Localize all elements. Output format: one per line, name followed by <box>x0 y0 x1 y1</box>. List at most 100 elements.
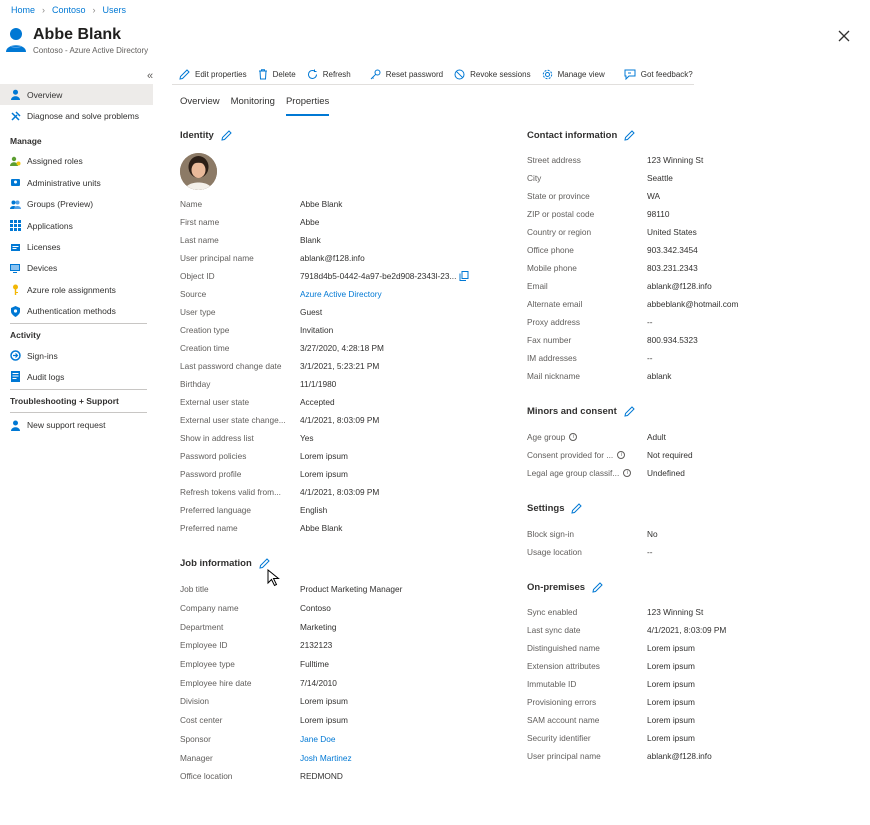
sidebar-item-overview[interactable]: Overview <box>0 84 153 106</box>
property-label: State or province <box>527 191 590 201</box>
sidebar-item-label: Audit logs <box>27 371 65 382</box>
tab-monitoring[interactable]: Monitoring <box>231 96 275 116</box>
sidebar-item-licenses[interactable]: Licenses <box>0 236 153 257</box>
property-row: Birthday 11/1/1980 <box>180 375 469 393</box>
property-value: Lorem ipsum <box>647 733 695 743</box>
support-icon <box>10 420 21 431</box>
property-row: Sponsor Jane Doe <box>180 730 402 749</box>
property-label: Proxy address <box>527 317 581 327</box>
info-icon[interactable]: i <box>623 469 632 477</box>
reset-password-button[interactable]: Reset password <box>370 69 443 80</box>
property-label: Manager <box>180 752 213 763</box>
property-row: Manager Josh Martinez <box>180 748 402 767</box>
property-label: Block sign-in <box>527 529 575 539</box>
property-label: Country or region <box>527 227 592 237</box>
sidebar-item-audit-logs[interactable]: Audit logs <box>0 366 153 387</box>
property-value: English <box>300 505 328 515</box>
delete-button[interactable]: Delete <box>258 68 296 80</box>
user-icon <box>6 28 26 52</box>
sidebar-item-admin-units[interactable]: Administrative units <box>0 172 153 193</box>
property-value: Accepted <box>300 397 335 407</box>
property-row: Preferred language English <box>180 501 469 519</box>
sidebar-item-new-support-request[interactable]: New support request <box>0 415 153 436</box>
delete-label: Delete <box>272 69 296 79</box>
copy-icon[interactable] <box>459 271 469 281</box>
property-row: External user state Accepted <box>180 393 469 411</box>
property-value: WA <box>647 191 661 201</box>
sidebar-item-diagnose[interactable]: Diagnose and solve problems <box>0 105 153 126</box>
collapse-sidebar-icon[interactable]: « <box>147 70 153 82</box>
property-value: Contoso <box>300 603 331 614</box>
info-icon[interactable]: i <box>569 433 578 441</box>
property-label: Street address <box>527 155 581 165</box>
property-label: Immutable ID <box>527 679 577 689</box>
edit-properties-button[interactable]: Edit properties <box>179 68 247 80</box>
property-label: Last password change date <box>180 361 282 371</box>
property-row: Distinguished name Lorem ipsum <box>527 639 726 657</box>
property-link[interactable]: Jane Doe <box>300 734 336 744</box>
property-value: 7/14/2010 <box>300 677 337 688</box>
property-label: Consent provided for ... <box>527 450 614 460</box>
property-value: Lorem ipsum <box>647 715 695 725</box>
edit-minors-pencil-icon[interactable] <box>624 406 635 417</box>
property-row: Password policies Lorem ipsum <box>180 447 469 465</box>
person-icon <box>10 89 21 101</box>
property-value: Lorem ipsum <box>647 679 695 689</box>
sidebar-item-sign-ins[interactable]: Sign-ins <box>0 345 153 366</box>
edit-contact-pencil-icon[interactable] <box>624 130 635 141</box>
info-icon[interactable]: i <box>617 451 626 459</box>
property-label: Extension attributes <box>527 661 600 671</box>
sidebar-item-groups[interactable]: Groups (Preview) <box>0 194 153 215</box>
apps-grid-icon <box>10 220 21 232</box>
property-label: Alternate email <box>527 299 583 309</box>
sidebar-item-label: Administrative units <box>27 177 101 188</box>
sidebar-item-devices[interactable]: Devices <box>0 258 153 279</box>
property-label: Birthday <box>180 379 211 389</box>
property-row: Legal age group classif... i Undefined <box>527 464 693 482</box>
edit-identity-pencil-icon[interactable] <box>221 130 232 141</box>
property-label: Refresh tokens valid from... <box>180 487 281 497</box>
sidebar-divider <box>10 411 147 413</box>
property-label: User type <box>180 307 216 317</box>
edit-onprem-pencil-icon[interactable] <box>592 582 603 593</box>
property-row: Object ID 7918d4b5-0442-4a97-be2d908-2343… <box>180 267 469 285</box>
edit-job-pencil-icon[interactable] <box>259 558 270 569</box>
property-label: Company name <box>180 603 239 614</box>
property-row: Source Azure Active Directory <box>180 285 469 303</box>
manage-view-button[interactable]: Manage view <box>542 69 605 80</box>
feedback-button[interactable]: Got feedback? <box>624 69 693 80</box>
groups-icon <box>10 199 21 210</box>
property-row: Country or region United States <box>527 223 738 241</box>
sidebar-item-applications[interactable]: Applications <box>0 215 153 236</box>
property-link[interactable]: Josh Martinez <box>300 753 352 763</box>
sidebar-item-azure-role-assignments[interactable]: Azure role assignments <box>0 279 153 300</box>
property-label: Legal age group classif... <box>527 468 620 478</box>
sidebar-item-authentication-methods[interactable]: Authentication methods <box>0 301 153 322</box>
refresh-button[interactable]: Refresh <box>307 69 351 80</box>
chevron-right-icon: › <box>42 5 46 15</box>
breadcrumb-contoso[interactable]: Contoso <box>52 5 86 15</box>
revoke-sessions-button[interactable]: Revoke sessions <box>454 69 531 80</box>
property-label: Provisioning errors <box>527 697 597 707</box>
property-label: Cost center <box>180 715 223 726</box>
reset-password-label: Reset password <box>385 69 444 79</box>
property-row: User principal name ablank@f128.info <box>180 249 469 267</box>
property-row: Refresh tokens valid from... 4/1/2021, 8:… <box>180 483 469 501</box>
sidebar-item-assigned-roles[interactable]: Assigned roles <box>0 151 153 172</box>
property-value: Fulltime <box>300 659 330 670</box>
tab-properties[interactable]: Properties <box>285 96 330 116</box>
page-title: Abbe Blank <box>33 26 122 43</box>
close-icon[interactable] <box>837 29 851 43</box>
breadcrumb-home[interactable]: Home <box>11 5 35 15</box>
property-link[interactable]: Azure Active Directory <box>300 289 382 299</box>
tab-overview[interactable]: Overview <box>180 96 220 116</box>
property-value: Yes <box>300 433 314 443</box>
mouse-cursor-icon <box>267 569 280 587</box>
job-rows: Job title Product Marketing Manager Compan… <box>180 580 402 786</box>
property-row: Employee type Fulltime <box>180 655 402 674</box>
edit-settings-pencil-icon[interactable] <box>571 503 583 514</box>
property-value: Undefined <box>647 468 685 478</box>
breadcrumb-users[interactable]: Users <box>103 5 127 15</box>
property-value: 800.934.5323 <box>647 335 698 345</box>
property-value: ablank@f128.info <box>647 751 712 761</box>
